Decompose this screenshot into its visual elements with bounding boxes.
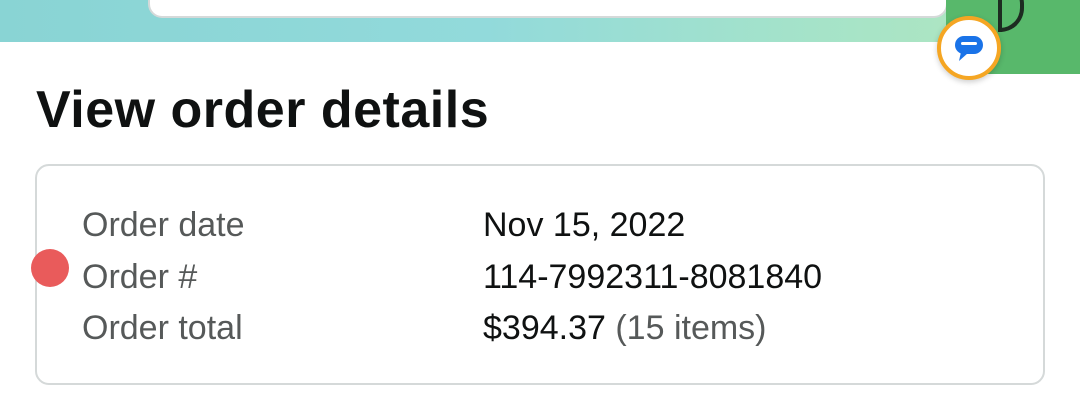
order-number-value: 114-7992311-8081840 [483, 258, 823, 296]
header-action-icon [998, 0, 1024, 32]
order-date-row: Order date Nov 15, 2022 [37, 200, 1043, 250]
order-number-label: Order # [82, 258, 198, 296]
chat-bubble-button[interactable] [937, 16, 1001, 80]
order-total-value: $394.37 [483, 309, 606, 347]
search-input[interactable] [148, 0, 948, 18]
order-number-row: Order # 114-7992311-8081840 [37, 252, 1043, 302]
page-title: View order details [36, 81, 490, 139]
order-total-row: Order total $394.37 (15 items) [37, 303, 1043, 353]
order-item-count: (15 items) [615, 309, 767, 347]
chat-bubble-icon [955, 36, 983, 61]
order-date-value: Nov 15, 2022 [483, 206, 686, 244]
order-date-label: Order date [82, 206, 245, 244]
order-total-value-wrap: $394.37 (15 items) [483, 303, 767, 353]
touch-indicator [31, 249, 69, 287]
order-total-label: Order total [82, 309, 243, 347]
order-details-card: Order date Nov 15, 2022 Order # 114-7992… [35, 164, 1045, 385]
